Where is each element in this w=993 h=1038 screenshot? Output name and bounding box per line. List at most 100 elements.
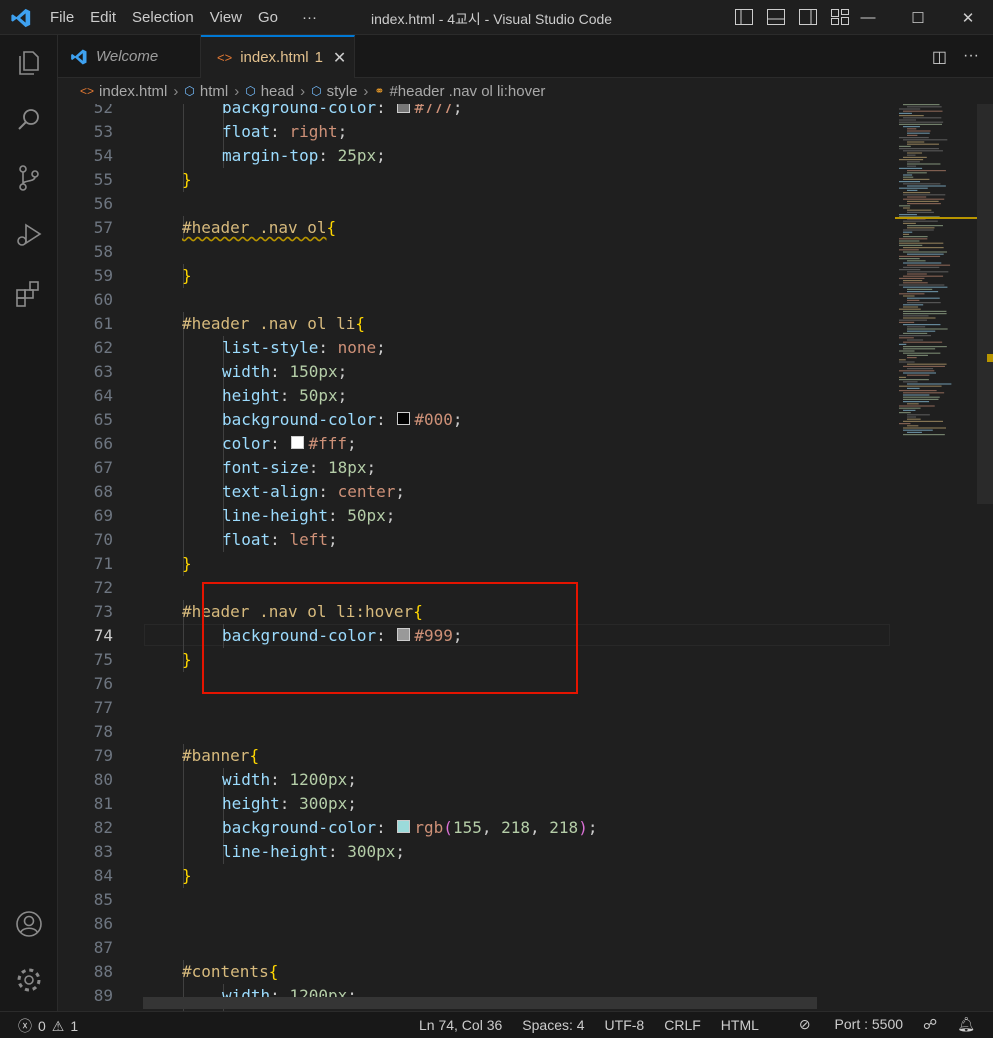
color-swatch[interactable] [397, 412, 411, 425]
code-line[interactable]: 82 background-color: rgb(155, 218, 218); [58, 816, 890, 840]
code-line[interactable]: 65 background-color: #000; [58, 408, 890, 432]
code-line[interactable]: 59} [58, 264, 890, 288]
menu-edit[interactable]: Edit [82, 9, 124, 26]
line-number: 52 [93, 104, 113, 117]
code-line[interactable]: 53 float: right; [58, 120, 890, 144]
breadcrumb-file[interactable]: <> index.html [80, 83, 167, 100]
minimap-line [899, 159, 924, 161]
code-editor[interactable]: 52 background-color: #777; 53 float: right;… [58, 104, 890, 1011]
indent-guide [183, 840, 184, 864]
code-line[interactable]: 70 float: left; [58, 528, 890, 552]
code-line[interactable]: 84} [58, 864, 890, 888]
editor-tabs: Welcome <> index.html 1 ✕ ◫ ··· [58, 35, 993, 78]
code-line[interactable]: 62 list-style: none; [58, 336, 890, 360]
toggle-panel-icon[interactable] [766, 8, 786, 26]
explorer-icon[interactable] [13, 47, 45, 79]
menu-go[interactable]: Go [250, 9, 286, 26]
settings-gear-icon[interactable] [13, 964, 45, 996]
horizontal-scrollbar[interactable] [143, 997, 817, 1009]
line-number: 77 [93, 698, 113, 717]
color-swatch[interactable] [397, 104, 411, 113]
code-line[interactable]: 66 color: #fff; [58, 432, 890, 456]
code-line[interactable]: 67 font-size: 18px; [58, 456, 890, 480]
close-window-button[interactable]: ✕ [943, 0, 993, 35]
vertical-scrollbar[interactable] [977, 104, 993, 1011]
more-actions-icon[interactable]: ··· [963, 47, 979, 67]
maximize-button[interactable]: ☐ [893, 0, 943, 35]
code-line[interactable]: 63 width: 150px; [58, 360, 890, 384]
tab-index-html[interactable]: <> index.html 1 ✕ [201, 35, 355, 78]
feedback-icon[interactable]: ☍ [923, 1016, 937, 1033]
code-line[interactable]: 88 #contents{ [58, 960, 890, 984]
close-tab-icon[interactable]: ✕ [333, 48, 346, 68]
minimap-line [899, 343, 907, 345]
breadcrumb-style[interactable]: ⬡ style [311, 83, 357, 100]
minimap-line [903, 229, 934, 231]
code-line[interactable]: 71} [58, 552, 890, 576]
code-line[interactable]: 52 background-color: #777; [58, 104, 890, 120]
code-line[interactable]: 87 [58, 936, 890, 960]
code-line[interactable]: 78 [58, 720, 890, 744]
menu-view[interactable]: View [202, 9, 250, 26]
line-ending[interactable]: CRLF [664, 1017, 701, 1033]
scrollbar-thumb[interactable] [977, 104, 993, 504]
menu-more[interactable]: ··· [294, 9, 325, 26]
account-icon[interactable] [13, 908, 45, 940]
status-bar: ⓧ 0 ⚠ 1 Ln 74, Col 36 Spaces: 4 UTF-8 CR… [0, 1011, 993, 1038]
code-line[interactable]: 69 line-height: 50px; [58, 504, 890, 528]
code-token: ; [385, 506, 396, 525]
minimap-line [903, 275, 944, 277]
notifications-bell-icon[interactable]: 🔔︎ [957, 1016, 975, 1033]
code-line[interactable]: 55} [58, 168, 890, 192]
cursor-position[interactable]: Ln 74, Col 36 [419, 1017, 502, 1033]
code-token: ( [443, 818, 453, 837]
menu-selection[interactable]: Selection [124, 9, 202, 26]
indentation[interactable]: Spaces: 4 [522, 1017, 584, 1033]
live-server-port[interactable]: ⊘ Port : 5500 [779, 1016, 903, 1033]
color-swatch[interactable] [397, 820, 411, 833]
code-line[interactable]: 80 width: 1200px; [58, 768, 890, 792]
color-swatch[interactable] [291, 436, 305, 449]
toggle-secondary-sidebar-icon[interactable] [798, 8, 818, 26]
toggle-primary-sidebar-icon[interactable] [734, 8, 754, 26]
code-line[interactable]: 61 #header .nav ol li{ [58, 312, 890, 336]
code-line[interactable]: 56 [58, 192, 890, 216]
problems-indicator[interactable]: ⓧ 0 ⚠ 1 [18, 1016, 78, 1036]
code-line[interactable]: 85 [58, 888, 890, 912]
minimap[interactable] [895, 104, 977, 1011]
breadcrumb-html[interactable]: ⬡ html [184, 83, 228, 100]
minimap-line [903, 295, 915, 297]
code-line[interactable]: 68 text-align: center; [58, 480, 890, 504]
search-icon[interactable] [13, 104, 45, 136]
run-debug-icon[interactable] [13, 219, 45, 251]
source-control-icon[interactable] [13, 162, 45, 194]
code-line[interactable]: 60 [58, 288, 890, 312]
code-line[interactable]: 64 height: 50px; [58, 384, 890, 408]
code-line[interactable]: 58 [58, 240, 890, 264]
code-line[interactable]: 54 margin-top: 25px; [58, 144, 890, 168]
cube-icon: ⬡ [311, 84, 322, 98]
minimize-button[interactable]: — [843, 0, 893, 35]
code-line[interactable]: 77 [58, 696, 890, 720]
code-line[interactable]: 86 [58, 912, 890, 936]
menu-file[interactable]: File [42, 9, 82, 26]
tab-welcome[interactable]: Welcome [58, 35, 201, 78]
code-line[interactable]: 81 height: 300px; [58, 792, 890, 816]
vscode-logo-icon [11, 8, 31, 28]
code-token: ; [395, 482, 406, 501]
encoding[interactable]: UTF-8 [605, 1017, 645, 1033]
line-number: 63 [93, 362, 113, 381]
breadcrumb-head[interactable]: ⬡ head [245, 83, 294, 100]
breadcrumb-selector[interactable]: ⚭ #header .nav ol li:hover [374, 83, 545, 100]
minimap-line [899, 244, 923, 246]
extensions-icon[interactable] [13, 278, 45, 310]
code-line[interactable]: 79 #banner{ [58, 744, 890, 768]
split-editor-icon[interactable]: ◫ [932, 47, 947, 67]
code-line[interactable]: 57 #header .nav ol{ [58, 216, 890, 240]
code-token: ; [347, 770, 357, 789]
language-mode[interactable]: HTML [721, 1017, 759, 1033]
minimap-line [899, 112, 912, 114]
code-text: list-style: none; [222, 336, 386, 360]
code-line[interactable]: 83 line-height: 300px; [58, 840, 890, 864]
minimap-line [907, 264, 951, 266]
